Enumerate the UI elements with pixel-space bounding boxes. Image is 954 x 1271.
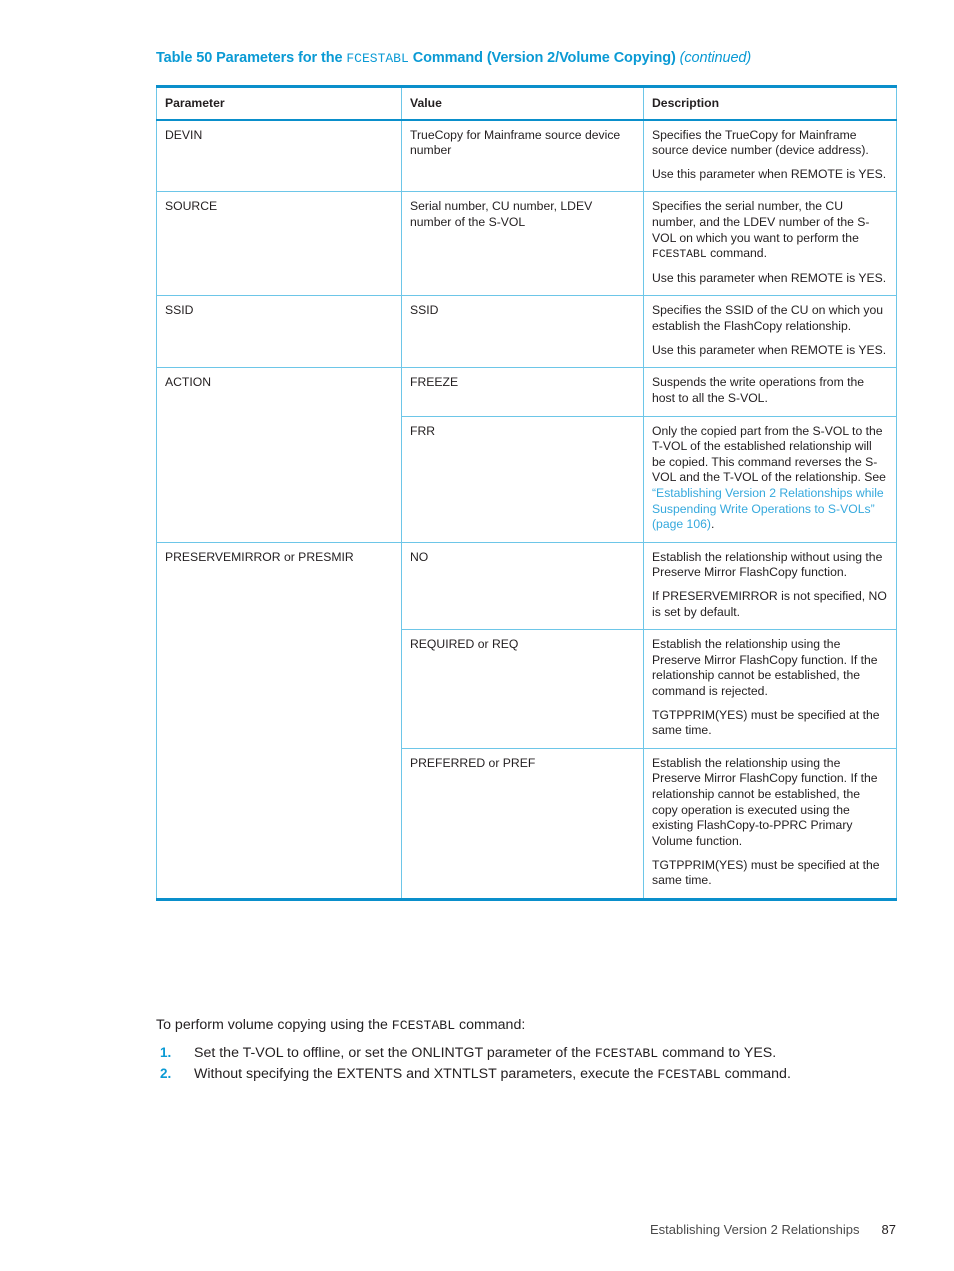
column-header-description: Description [643,85,897,121]
cell-parameter: PRESERVEMIRROR or PRESMIR [156,541,402,900]
cell-value: Serial number, CU number, LDEV number of… [401,191,644,297]
table-row: SSID SSID Specifies the SSID of the CU o… [156,295,897,369]
step-number: 2. [160,1066,172,1082]
cell-value: PREFERRED or PREF [401,747,644,900]
description-paragraph: Specifies the SSID of the CU on which yo… [652,303,884,334]
inline-command: FCESTABL [652,249,707,262]
table-row: SOURCE Serial number, CU number, LDEV nu… [156,191,897,297]
description-paragraph: Specifies the TrueCopy for Mainframe sou… [652,127,869,158]
description-paragraph: Establish the relationship without using… [652,549,883,580]
lead-text: To perform volume copying using the [156,1017,392,1033]
cell-value: FREEZE [401,367,644,417]
column-header-value: Value [401,85,644,121]
description-text: command. [706,246,767,261]
description-paragraph: TGTPPRIM(YES) must be specified at the s… [652,857,880,888]
table-row: DEVIN TrueCopy for Mainframe source devi… [156,119,897,193]
description-paragraph: Only the copied part from the S-VOL to t… [652,424,888,533]
document-page: Table 50 Parameters for the FCESTABL Com… [0,0,954,1271]
step-text: Set the T-VOL to offline, or set the ONL… [194,1045,595,1061]
cell-description: Establish the relationship using the Pre… [643,747,897,900]
description-paragraph: Use this parameter when REMOTE is YES. [652,166,887,181]
cell-value: FRR [401,415,644,543]
parameters-table: Parameter Value Description DEVIN TrueCo… [156,85,897,901]
description-paragraph: Use this parameter when REMOTE is YES. [652,342,887,357]
cell-description: Specifies the TrueCopy for Mainframe sou… [643,119,897,193]
table-row: ACTION FREEZE Suspends the write operati… [156,367,897,543]
parameters-table-wrapper: Parameter Value Description DEVIN TrueCo… [156,85,897,901]
table-caption: Table 50 Parameters for the FCESTABL Com… [156,50,916,66]
description-paragraph: Suspends the write operations from the h… [652,375,865,405]
table-caption-prefix: Table 50 Parameters for the [156,50,347,66]
lead-text: command: [455,1017,526,1033]
cell-parameter: SOURCE [156,191,402,297]
cell-parameter: SSID [156,295,402,369]
page-footer: Establishing Version 2 Relationships 87 [0,1222,896,1237]
table-caption-command: FCESTABL [346,51,409,66]
cell-description: Specifies the serial number, the CU numb… [643,191,897,297]
step-text: command. [720,1066,791,1083]
table-header-row: Parameter Value Description [156,85,897,121]
table-caption-suffix: Command (Version 2/Volume Copying) [408,50,680,66]
step-text: Without specifying the EXTENTS and XTNTL… [194,1066,658,1083]
list-item: 1. Set the T-VOL to offline, or set the O… [156,1043,926,1064]
table-row: PRESERVEMIRROR or PRESMIR NO Establish t… [156,541,897,900]
cell-description: Establish the relationship using the Pre… [643,629,897,749]
footer-page-number: 87 [881,1222,896,1237]
cell-value: NO [401,541,644,631]
inline-command: FCESTABL [657,1067,721,1083]
description-paragraph: If PRESERVEMIRROR is not specified, NO i… [652,589,887,619]
description-text: Only the copied part from the S-VOL to t… [652,423,886,485]
description-paragraph: Use this parameter when REMOTE is YES. [652,270,887,285]
cell-description: Only the copied part from the S-VOL to t… [643,415,897,543]
list-item: 2. Without specifying the EXTENTS and XTN… [156,1064,926,1085]
table-caption-continued: (continued) [679,50,752,66]
lead-paragraph: To perform volume copying using the FCES… [156,1016,525,1035]
step-number: 1. [160,1045,172,1060]
cell-parameter: ACTION [156,367,402,543]
cell-value: SSID [401,295,644,369]
column-header-parameter: Parameter [156,85,402,121]
cell-value: TrueCopy for Mainframe source device num… [401,119,644,193]
inline-command: FCESTABL [594,1046,659,1061]
procedure-steps: 1. Set the T-VOL to offline, or set the O… [156,1043,926,1086]
cell-description: Specifies the SSID of the CU on which yo… [643,295,897,369]
footer-chapter: Establishing Version 2 Relationships [649,1222,860,1237]
cell-description: Establish the relationship without using… [643,541,897,631]
description-text: Specifies the serial number, the CU numb… [652,199,870,245]
cell-parameter: DEVIN [156,119,402,193]
description-paragraph: Establish the relationship using the Pre… [652,637,878,699]
inline-command: FCESTABL [391,1018,456,1033]
step-text: command to YES. [658,1045,777,1061]
description-paragraph: TGTPPRIM(YES) must be specified at the s… [652,707,880,738]
cross-reference-link[interactable]: “Establishing Version 2 Relationships wh… [652,486,884,531]
description-text: . [710,517,715,532]
description-paragraph: Establish the relationship using the Pre… [652,755,878,848]
description-paragraph: Specifies the serial number, the CU numb… [652,199,888,262]
cell-description: Suspends the write operations from the h… [643,367,897,417]
cell-value: REQUIRED or REQ [401,629,644,749]
